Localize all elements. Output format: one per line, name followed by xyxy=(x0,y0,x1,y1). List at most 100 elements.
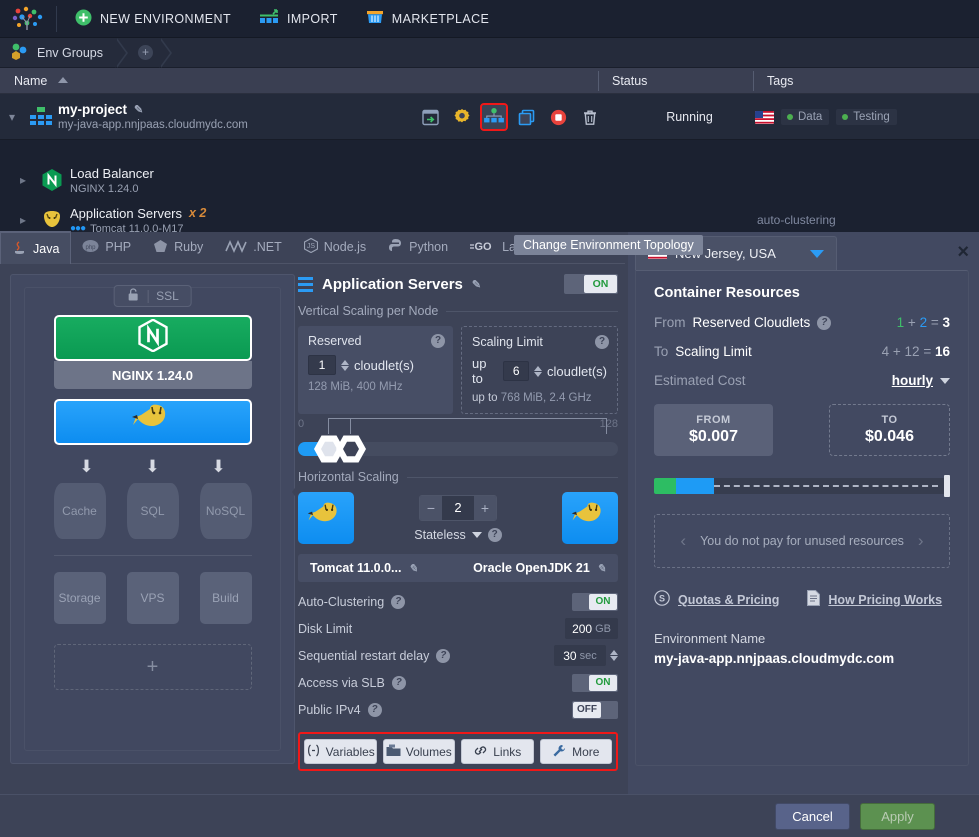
auto-clustering-toggle[interactable]: ON xyxy=(572,592,618,611)
node-group-load-balancer[interactable]: ▸ Load Balancer NGINX 1.24.0 xyxy=(0,160,979,200)
chevron-right-icon[interactable]: › xyxy=(918,531,924,551)
stateless-dropdown[interactable]: Stateless ? xyxy=(414,527,502,542)
column-header-tags[interactable]: Tags xyxy=(753,68,979,94)
help-icon[interactable]: ? xyxy=(817,315,832,330)
tab-ruby[interactable]: Ruby xyxy=(142,231,214,263)
delete-icon[interactable] xyxy=(578,105,602,129)
expand-chevron-icon[interactable]: ▾ xyxy=(0,110,24,124)
column-header-name[interactable]: Name xyxy=(0,68,598,94)
tab-java[interactable]: Java xyxy=(0,231,72,264)
open-in-browser-icon[interactable] xyxy=(418,105,442,129)
environment-row[interactable]: ▾ my-project ✎ my-java-app.nnjpaas.cloud… xyxy=(0,94,979,140)
volumes-button[interactable]: Volumes xyxy=(382,739,455,764)
disk-limit-field[interactable]: 200 GB xyxy=(565,618,618,639)
marketplace-button[interactable]: MARKETPLACE xyxy=(352,0,503,38)
access-via-slb-toggle[interactable]: ON xyxy=(572,673,618,692)
app-logo[interactable] xyxy=(6,4,52,34)
variables-button[interactable]: Variables xyxy=(304,739,377,764)
restart-delay-stepper[interactable]: 30 sec xyxy=(554,645,618,666)
change-topology-icon[interactable] xyxy=(480,103,508,131)
price-range-slider[interactable] xyxy=(654,475,950,497)
topology-add-build[interactable]: Build xyxy=(199,572,252,624)
breadcrumb-add-button[interactable]: + xyxy=(138,45,154,60)
expand-chevron-icon[interactable]: ▸ xyxy=(12,173,34,187)
node-tile-left[interactable] xyxy=(298,492,354,544)
price-slider-end-handle[interactable] xyxy=(944,475,950,497)
help-icon[interactable]: ? xyxy=(487,527,502,542)
ssl-chip[interactable]: SSL xyxy=(113,285,192,307)
public-ipv4-toggle[interactable]: OFF xyxy=(572,700,618,719)
reserved-spin-arrows[interactable] xyxy=(341,359,349,371)
node-count-stepper[interactable]: − 2 + xyxy=(418,494,497,521)
stack-right[interactable]: Oracle OpenJDK 21 ✎ xyxy=(473,561,606,575)
menu-icon[interactable] xyxy=(298,276,313,292)
tag-data[interactable]: Data xyxy=(781,109,830,125)
topology-add-cache[interactable]: Cache xyxy=(53,483,106,539)
topology-add-sql[interactable]: SQL xyxy=(126,483,179,539)
edit-pencil-icon[interactable]: ✎ xyxy=(408,562,417,575)
import-button[interactable]: IMPORT xyxy=(245,0,352,38)
tab-dotnet[interactable]: .NET xyxy=(214,231,292,263)
settings-gear-icon[interactable] xyxy=(450,105,474,129)
more-button[interactable]: More xyxy=(539,739,612,764)
tab-php[interactable]: php PHP xyxy=(71,231,142,263)
rename-pencil-icon[interactable]: ✎ xyxy=(134,103,143,116)
chevron-left-icon[interactable]: ‹ xyxy=(680,531,686,551)
stop-icon[interactable] xyxy=(546,105,570,129)
new-environment-button[interactable]: NEW ENVIRONMENT xyxy=(61,0,245,38)
edit-pencil-icon[interactable]: ✎ xyxy=(597,562,606,575)
node-count-value[interactable]: 2 xyxy=(441,495,474,520)
reserved-stepper[interactable]: 1 cloudlet(s) xyxy=(308,355,443,375)
apply-button[interactable]: Apply xyxy=(860,803,935,830)
tab-nodejs[interactable]: JS Node.js xyxy=(293,231,377,263)
help-icon[interactable]: ? xyxy=(436,648,451,663)
increment-button[interactable]: + xyxy=(473,495,496,520)
clone-icon[interactable] xyxy=(514,105,538,129)
topology-add-nosql[interactable]: NoSQL xyxy=(199,483,252,539)
help-icon[interactable]: ? xyxy=(431,334,445,348)
tab-python[interactable]: Python xyxy=(377,231,459,263)
topology-add-storage[interactable]: Storage xyxy=(53,572,106,624)
tag-testing[interactable]: Testing xyxy=(836,109,897,125)
topology-wizard: Java php PHP Ruby .NET JS Node.js Python… xyxy=(0,231,979,794)
scaling-limit-stepper[interactable]: up to 6 cloudlet(s) xyxy=(472,356,607,386)
how-pricing-works-link[interactable]: How Pricing Works xyxy=(807,590,942,609)
option-label: Auto-Clustering xyxy=(298,594,385,609)
restart-delay-spin-arrows[interactable] xyxy=(610,650,618,661)
row-total: 16 xyxy=(934,344,950,359)
cost-cards: FROM $0.007 TO $0.046 xyxy=(654,404,950,456)
restart-delay-field[interactable]: 30 sec xyxy=(554,645,606,666)
node-tile-right[interactable] xyxy=(561,492,618,544)
column-header-status[interactable]: Status xyxy=(598,68,753,94)
breadcrumb-env-groups[interactable]: Env Groups xyxy=(0,38,119,68)
scaling-limit-spin-arrows[interactable] xyxy=(534,365,543,377)
reserved-input[interactable]: 1 xyxy=(308,355,336,375)
new-environment-label: NEW ENVIRONMENT xyxy=(100,11,231,26)
stack-left[interactable]: Tomcat 11.0.0... ✎ xyxy=(310,561,418,575)
help-icon[interactable]: ? xyxy=(391,594,406,609)
scaling-limit-input[interactable]: 6 xyxy=(503,361,530,381)
cloudlet-slider[interactable]: 0 128 xyxy=(298,418,618,466)
expand-chevron-icon[interactable]: ▸ xyxy=(12,213,34,227)
topology-database-row: Cache SQL NoSQL xyxy=(53,483,252,539)
help-icon[interactable]: ? xyxy=(391,675,406,690)
help-icon[interactable]: ? xyxy=(367,702,382,717)
quotas-and-pricing-link[interactable]: S Quotas & Pricing xyxy=(654,590,779,609)
decrement-button[interactable]: − xyxy=(419,495,442,520)
topology-add-node-button[interactable]: + xyxy=(53,644,252,690)
tab-dotnet-label: .NET xyxy=(253,240,282,254)
help-icon[interactable]: ? xyxy=(595,335,609,349)
tomcat-icon xyxy=(570,501,610,536)
topology-node-nginx[interactable] xyxy=(53,315,252,361)
links-button[interactable]: Links xyxy=(461,739,534,764)
cancel-button[interactable]: Cancel xyxy=(775,803,850,830)
topology-add-vps[interactable]: VPS xyxy=(126,572,179,624)
volumes-icon xyxy=(386,744,401,760)
column-status-label: Status xyxy=(612,73,648,88)
node-group-enabled-toggle[interactable]: ON xyxy=(564,274,618,294)
close-icon[interactable]: × xyxy=(957,242,969,262)
rename-pencil-icon[interactable]: ✎ xyxy=(472,278,481,291)
topology-node-tomcat[interactable] xyxy=(53,399,252,445)
estimated-cost-period-dropdown[interactable]: hourly xyxy=(892,373,950,388)
app-root: NEW ENVIRONMENT IMPORT MARKETPLACE Env G… xyxy=(0,0,979,837)
